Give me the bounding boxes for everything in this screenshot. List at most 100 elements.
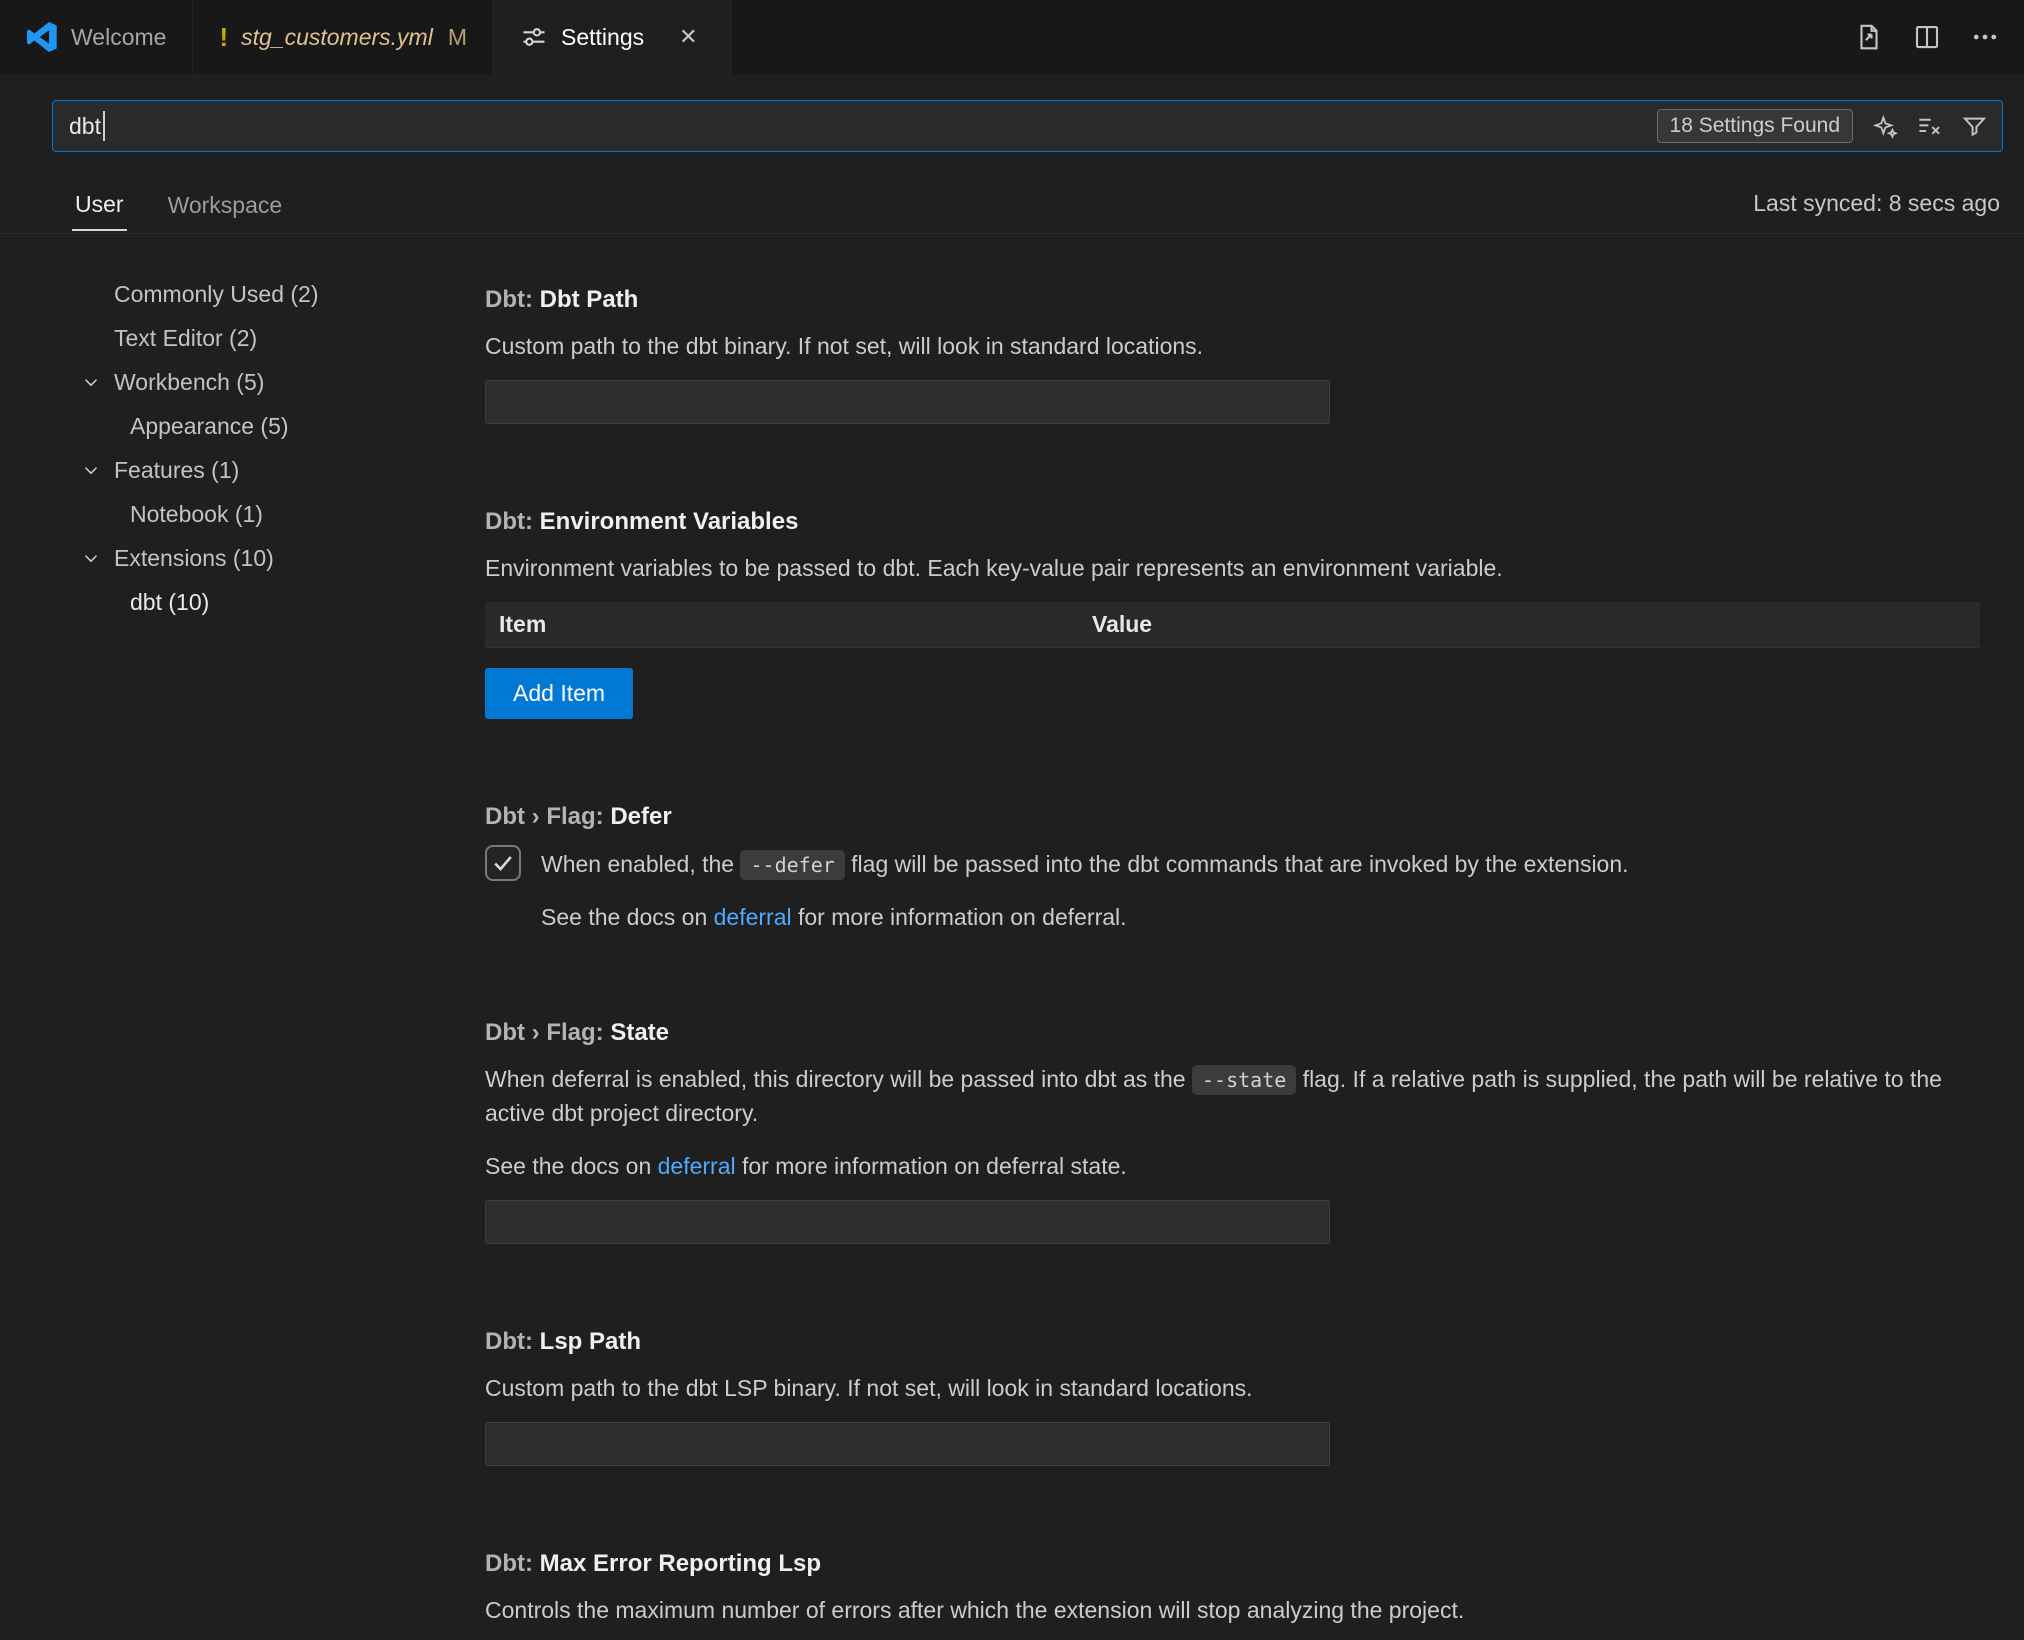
tab-label: stg_customers.yml xyxy=(241,24,433,51)
setting-category: Dbt › Flag: xyxy=(485,1019,610,1046)
setting-category: Dbt: xyxy=(485,286,540,313)
setting-category: Dbt: xyxy=(485,1328,540,1355)
setting-label: Dbt Path xyxy=(540,286,639,313)
chevron-down-icon[interactable] xyxy=(80,459,102,481)
kv-table-header: ItemValue xyxy=(485,602,1980,648)
flag-state-input[interactable] xyxy=(485,1200,1330,1244)
toc-item-label: dbt (10) xyxy=(130,589,209,616)
toc-item-notebook[interactable]: Notebook (1) xyxy=(0,492,470,536)
add-item-button[interactable]: Add Item xyxy=(485,668,633,719)
toc-item-workbench[interactable]: Workbench (5) xyxy=(0,360,470,404)
setting-title: Dbt › Flag: Defer xyxy=(485,803,1984,831)
toc-item-text-editor[interactable]: Text Editor (2) xyxy=(0,316,470,360)
tab-label: Settings xyxy=(561,24,644,51)
setting-note: See the docs on deferral for more inform… xyxy=(485,1150,1984,1184)
toc-item-label: Notebook (1) xyxy=(130,501,263,528)
text: See the docs on xyxy=(541,904,714,930)
more-actions-icon[interactable] xyxy=(1970,22,2000,52)
setting-title: Dbt: Dbt Path xyxy=(485,286,1984,314)
editor-actions xyxy=(1854,0,2024,74)
toc-item-appearance[interactable]: Appearance (5) xyxy=(0,404,470,448)
setting-dbt-path: Dbt: Dbt Path Custom path to the dbt bina… xyxy=(485,286,1984,424)
lsp-path-input[interactable] xyxy=(485,1422,1330,1466)
search-query-text: dbt xyxy=(69,113,101,140)
toc-item-label: Appearance (5) xyxy=(130,413,289,440)
scope-tab-workspace[interactable]: Workspace xyxy=(165,178,286,230)
docs-link[interactable]: deferral xyxy=(658,1153,736,1179)
dbt-path-input[interactable] xyxy=(485,380,1330,424)
setting-category: Dbt › Flag: xyxy=(485,803,610,830)
settings-content: Commonly Used (2) Text Editor (2) Workbenc… xyxy=(0,234,2024,1640)
setting-label: State xyxy=(610,1019,669,1046)
tune-sliders-icon xyxy=(520,23,548,51)
sparkle-icon[interactable] xyxy=(1871,113,1898,140)
setting-description: When deferral is enabled, this directory… xyxy=(485,1063,1965,1131)
setting-title: Dbt › Flag: State xyxy=(485,1019,1984,1047)
setting-flag-state: Dbt › Flag: State When deferral is enable… xyxy=(485,1019,1984,1244)
text: for more information on deferral. xyxy=(792,904,1127,930)
setting-title: Dbt: Environment Variables xyxy=(485,508,1984,536)
toc-item-label: Text Editor (2) xyxy=(114,325,257,352)
environment-variables-table: ItemValue xyxy=(485,602,1980,648)
kv-column-item: Item xyxy=(485,611,1092,638)
filter-icon[interactable] xyxy=(1961,113,1988,140)
text: flag will be passed into the dbt command… xyxy=(845,851,1629,877)
settings-search-input[interactable]: dbt 18 Settings Found xyxy=(52,100,2003,152)
scope-tab-user[interactable]: User xyxy=(72,177,127,231)
setting-title: Dbt: Lsp Path xyxy=(485,1328,1984,1356)
clear-search-results-icon[interactable] xyxy=(1916,113,1943,140)
settings-list: Dbt: Dbt Path Custom path to the dbt bina… xyxy=(470,234,2024,1640)
setting-label: Environment Variables xyxy=(540,508,799,535)
setting-description: Custom path to the dbt binary. If not se… xyxy=(485,330,1965,364)
text: for more information on deferral state. xyxy=(736,1153,1127,1179)
text: When deferral is enabled, this directory… xyxy=(485,1066,1192,1092)
setting-max-error-reporting-lsp: Dbt: Max Error Reporting Lsp Controls the… xyxy=(485,1550,1984,1640)
inline-code: --defer xyxy=(740,850,844,880)
checkbox-label: When enabled, the --defer flag will be p… xyxy=(541,847,1629,882)
setting-description: Environment variables to be passed to db… xyxy=(485,552,1965,586)
tab-welcome[interactable]: Welcome xyxy=(0,0,193,74)
setting-environment-variables: Dbt: Environment Variables Environment va… xyxy=(485,508,1984,719)
setting-title: Dbt: Max Error Reporting Lsp xyxy=(485,1550,1984,1578)
toc-item-label: Commonly Used (2) xyxy=(114,281,319,308)
split-editor-icon[interactable] xyxy=(1912,22,1942,52)
settings-search-area: dbt 18 Settings Found xyxy=(0,74,2024,174)
text: When enabled, the xyxy=(541,851,740,877)
inline-code: --state xyxy=(1192,1065,1296,1095)
git-modified-badge: M xyxy=(448,24,467,51)
toc-item-commonly-used[interactable]: Commonly Used (2) xyxy=(0,272,470,316)
tab-label: Welcome xyxy=(71,24,166,51)
setting-checkbox-row: When enabled, the --defer flag will be p… xyxy=(485,847,1965,882)
setting-category: Dbt: xyxy=(485,508,540,535)
setting-label: Max Error Reporting Lsp xyxy=(540,1550,821,1577)
setting-note: See the docs on deferral for more inform… xyxy=(541,901,1984,935)
last-synced-status: Last synced: 8 secs ago xyxy=(1753,190,2000,217)
setting-category: Dbt: xyxy=(485,1550,540,1577)
results-count-badge: 18 Settings Found xyxy=(1657,109,1853,143)
setting-lsp-path: Dbt: Lsp Path Custom path to the dbt LSP … xyxy=(485,1328,1984,1466)
docs-link[interactable]: deferral xyxy=(714,904,792,930)
flag-defer-checkbox[interactable] xyxy=(485,845,521,881)
text: Custom path to the dbt LSP binary. If no… xyxy=(485,1375,1253,1401)
check-icon xyxy=(491,851,515,875)
editor-tab-bar: Welcome ! stg_customers.yml M Settings ✕ xyxy=(0,0,2024,74)
settings-toc: Commonly Used (2) Text Editor (2) Workbenc… xyxy=(0,234,470,1640)
tab-stg-customers[interactable]: ! stg_customers.yml M xyxy=(193,0,494,74)
toc-item-dbt[interactable]: dbt (10) xyxy=(0,580,470,624)
setting-label: Lsp Path xyxy=(540,1328,641,1355)
chevron-down-icon[interactable] xyxy=(80,371,102,393)
settings-scope-row: User Workspace Last synced: 8 secs ago xyxy=(0,174,2024,234)
kv-column-value: Value xyxy=(1092,611,1980,638)
setting-flag-defer: Dbt › Flag: Defer When enabled, the --def… xyxy=(485,803,1984,935)
text: See the docs on xyxy=(485,1153,658,1179)
vscode-logo-icon xyxy=(26,21,58,53)
text: Controls the maximum number of errors af… xyxy=(485,1597,1464,1623)
tab-settings[interactable]: Settings ✕ xyxy=(494,0,731,74)
close-icon[interactable]: ✕ xyxy=(673,22,703,52)
chevron-down-icon[interactable] xyxy=(80,547,102,569)
toc-item-extensions[interactable]: Extensions (10) xyxy=(0,536,470,580)
text: Custom path to the dbt binary. If not se… xyxy=(485,333,1203,359)
toc-item-features[interactable]: Features (1) xyxy=(0,448,470,492)
open-settings-json-icon[interactable] xyxy=(1854,22,1884,52)
setting-description: Controls the maximum number of errors af… xyxy=(485,1594,1965,1628)
